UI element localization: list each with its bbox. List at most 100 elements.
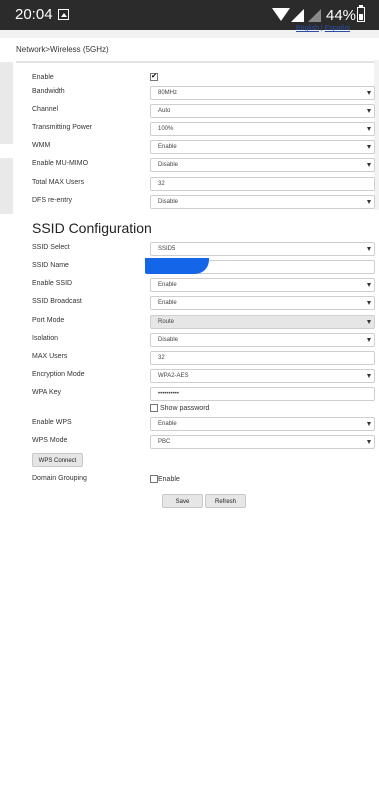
max-users-input[interactable]: 32 [150,351,375,365]
mumimo-value: Disable [158,162,179,168]
power-value: 100% [158,126,174,132]
wpa-key-row: WPA Key •••••••••• [32,387,375,401]
wmm-row: WMM Enable [32,140,375,154]
domain-grouping-label: Domain Grouping [32,475,87,482]
bandwidth-row: Bandwidth 80MHz [32,86,375,100]
wmm-value: Enable [158,144,177,150]
chevron-down-icon [367,320,371,324]
breadcrumb: Network>Wireless (5GHz) [16,45,109,54]
enable-checkbox[interactable]: ✔ [150,73,158,81]
wpa-key-value: •••••••••• [158,391,180,397]
chevron-down-icon [367,283,371,287]
ssid-select[interactable]: SSID5 [150,242,375,256]
wifi-icon [272,8,290,21]
max-users-label: MAX Users [32,353,68,360]
ssid-broadcast-select[interactable]: Enable [150,296,375,310]
signal-secondary-icon [308,9,321,22]
ssid-broadcast-value: Enable [158,300,177,306]
mumimo-select[interactable]: Disable [150,158,375,172]
chevron-down-icon [367,200,371,204]
dfs-select[interactable]: Disable [150,195,375,209]
enable-wps-row: Enable WPS Enable [32,417,375,431]
enable-ssid-value: Enable [158,282,177,288]
max-users-row: MAX Users 32 [32,351,375,365]
enable-ssid-select[interactable]: Enable [150,278,375,292]
ssid-select-row: SSID Select SSID5 [32,242,375,256]
ssid-select-label: SSID Select [32,244,70,251]
isolation-value: Disable [158,337,179,343]
channel-label: Channel [32,106,59,113]
power-select[interactable]: 100% [150,122,375,136]
dfs-row: DFS re-entry Disable [32,195,375,209]
show-password-label: Show password [160,405,210,412]
encryption-value: WPA2-AES [158,373,189,379]
port-mode-row: Port Mode Route [32,315,375,329]
wps-mode-select[interactable]: PBC [150,435,375,449]
ssid-broadcast-row: SSID Broadcast Enable [32,296,375,310]
image-notification-icon [58,9,69,20]
wpa-key-input[interactable]: •••••••••• [150,387,375,401]
mumimo-row: Enable MU-MIMO Disable [32,158,375,172]
bandwidth-select[interactable]: 80MHz [150,86,375,100]
chevron-down-icon [367,440,371,444]
bandwidth-value: 80MHz [158,90,178,96]
ssid-name-label: SSID Name [32,262,69,269]
chevron-down-icon [367,109,371,113]
encryption-select[interactable]: WPA2-AES [150,369,375,383]
isolation-row: Isolation Disable [32,333,375,347]
battery-icon [357,5,365,22]
show-password-row: Show password [150,403,379,415]
espanol-link[interactable]: Español [325,25,350,32]
chevron-down-icon [367,163,371,167]
section-title: SSID Configuration [32,220,152,236]
left-panel-edge [0,62,13,144]
dfs-value: Disable [158,199,179,205]
redaction-scribble [145,258,209,274]
bandwidth-label: Bandwidth [32,88,65,95]
encryption-row: Encryption Mode WPA2-AES [32,369,375,383]
show-password-checkbox[interactable] [150,404,158,412]
domain-grouping-enable-label: Enable [158,476,180,483]
total-max-users-label: Total MAX Users [32,179,85,186]
ssid-broadcast-label: SSID Broadcast [32,298,82,305]
total-max-users-input[interactable]: 32 [150,177,375,191]
signal-icon [291,9,304,22]
domain-grouping-checkbox[interactable] [150,475,158,483]
chevron-down-icon [367,374,371,378]
isolation-select[interactable]: Disable [150,333,375,347]
wpa-key-label: WPA Key [32,389,62,396]
mumimo-label: Enable MU-MIMO [32,160,89,167]
chevron-down-icon [367,301,371,305]
enable-row: Enable ✔ [32,72,375,86]
refresh-button[interactable]: Refresh [205,494,246,508]
enable-wps-label: Enable WPS [32,419,72,426]
breadcrumb-bar: Network>Wireless (5GHz) [16,41,379,63]
power-row: Transmitting Power 100% [32,122,375,136]
total-max-users-value: 32 [158,181,165,187]
channel-select[interactable]: Auto [150,104,375,118]
clock: 20:04 [15,6,53,23]
enable-wps-select[interactable]: Enable [150,417,375,431]
domain-grouping-check-row: Enable [150,474,379,486]
chevron-down-icon [367,247,371,251]
left-panel-edge-lower [0,158,13,214]
port-mode-label: Port Mode [32,317,65,324]
chevron-down-icon [367,422,371,426]
chevron-down-icon [367,91,371,95]
encryption-label: Encryption Mode [32,371,85,378]
save-button[interactable]: Save [162,494,203,508]
channel-value: Auto [158,108,171,114]
wps-mode-value: PBC [158,439,171,445]
wps-mode-row: WPS Mode PBC [32,435,375,449]
enable-wps-value: Enable [158,421,177,427]
total-max-users-row: Total MAX Users 32 [32,177,375,191]
chevron-down-icon [367,145,371,149]
enable-label: Enable [32,74,54,81]
wps-connect-button[interactable]: WPS Connect [32,453,83,467]
channel-row: Channel Auto [32,104,375,118]
max-users-value: 32 [158,355,165,361]
power-label: Transmitting Power [32,124,93,131]
wmm-select[interactable]: Enable [150,140,375,154]
english-link[interactable]: English [296,25,319,32]
port-mode-select[interactable]: Route [150,315,375,329]
